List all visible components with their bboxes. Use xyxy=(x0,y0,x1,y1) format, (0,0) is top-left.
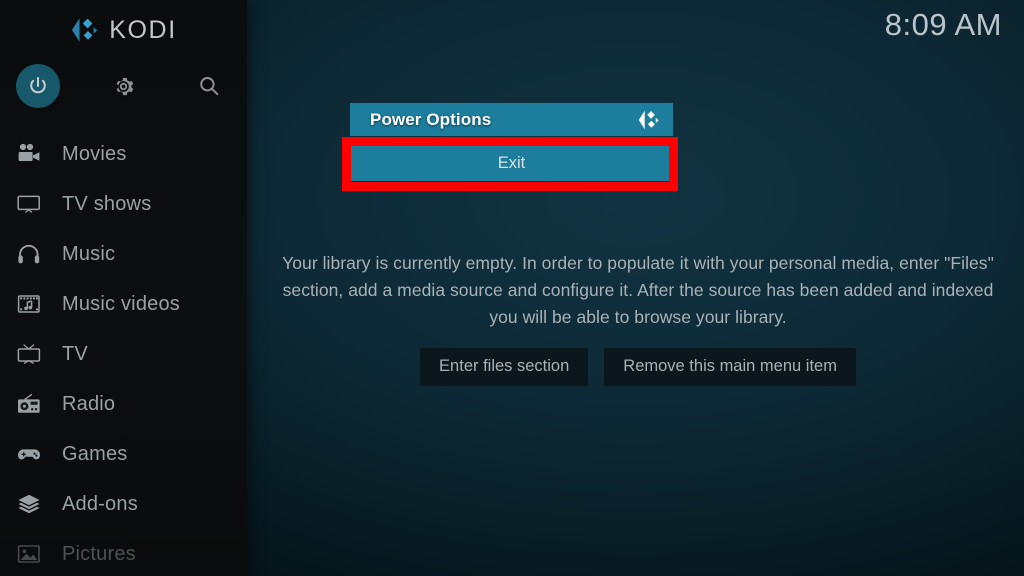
sidebar-top-icons xyxy=(0,62,247,110)
sidebar-item-movies[interactable]: Movies xyxy=(0,129,247,179)
sidebar-item-music[interactable]: Music xyxy=(0,229,247,279)
remove-main-menu-item-button[interactable]: Remove this main menu item xyxy=(604,348,856,386)
brand-name: KODI xyxy=(109,15,177,44)
enter-files-section-button[interactable]: Enter files section xyxy=(420,348,589,386)
radio-icon xyxy=(14,391,44,417)
sidebar-item-label: TV shows xyxy=(62,192,152,215)
main-menu: Movies TV shows Music Music videos TV Ra… xyxy=(0,129,247,576)
empty-library-actions: Enter files section Remove this main men… xyxy=(268,348,1008,386)
headphones-icon xyxy=(14,241,44,267)
dialog-header: Power Options xyxy=(350,103,673,136)
gamepad-icon xyxy=(14,441,44,467)
power-button[interactable] xyxy=(14,62,62,110)
movie-camera-icon xyxy=(14,141,44,167)
sidebar: KODI Movies TV shows Music Music videos … xyxy=(0,0,247,576)
sidebar-item-tv[interactable]: TV xyxy=(0,329,247,379)
sidebar-item-label: Music xyxy=(62,242,116,265)
film-music-icon xyxy=(14,291,44,317)
dialog-body: Exit xyxy=(350,136,673,181)
empty-library-text: Your library is currently empty. In orde… xyxy=(282,253,994,327)
search-button[interactable] xyxy=(185,62,233,110)
sidebar-item-radio[interactable]: Radio xyxy=(0,379,247,429)
sidebar-item-label: TV xyxy=(62,342,88,365)
sidebar-item-add-ons[interactable]: Add-ons xyxy=(0,479,247,529)
kodi-logo-icon xyxy=(637,109,661,131)
search-icon[interactable] xyxy=(197,74,221,98)
power-icon[interactable] xyxy=(16,64,60,108)
exit-button[interactable]: Exit xyxy=(350,145,673,181)
sidebar-item-music-videos[interactable]: Music videos xyxy=(0,279,247,329)
sidebar-item-label: Games xyxy=(62,442,128,465)
sidebar-item-label: Add-ons xyxy=(62,492,138,515)
sidebar-item-label: Music videos xyxy=(62,292,180,315)
sidebar-item-pictures[interactable]: Pictures xyxy=(0,529,247,576)
sidebar-item-label: Pictures xyxy=(62,542,136,565)
crt-tv-icon xyxy=(14,341,44,367)
gear-icon[interactable] xyxy=(112,75,135,98)
sidebar-item-games[interactable]: Games xyxy=(0,429,247,479)
kodi-logo-icon xyxy=(70,16,100,44)
sidebar-item-label: Movies xyxy=(62,142,127,165)
television-icon xyxy=(14,191,44,217)
picture-icon xyxy=(14,541,44,567)
settings-button[interactable] xyxy=(99,62,147,110)
empty-library-notice: Your library is currently empty. In orde… xyxy=(268,250,1008,386)
clock: 8:09 AM xyxy=(884,7,1002,42)
sidebar-item-tv-shows[interactable]: TV shows xyxy=(0,179,247,229)
sidebar-item-label: Radio xyxy=(62,392,116,415)
power-options-dialog: Power Options Exit xyxy=(350,103,673,181)
kodi-home-screen: 8:09 AM KODI Movies TV shows Music Music… xyxy=(0,0,1024,576)
addons-box-icon xyxy=(14,491,44,517)
brand-logo: KODI xyxy=(0,10,247,50)
dialog-title: Power Options xyxy=(370,109,492,129)
